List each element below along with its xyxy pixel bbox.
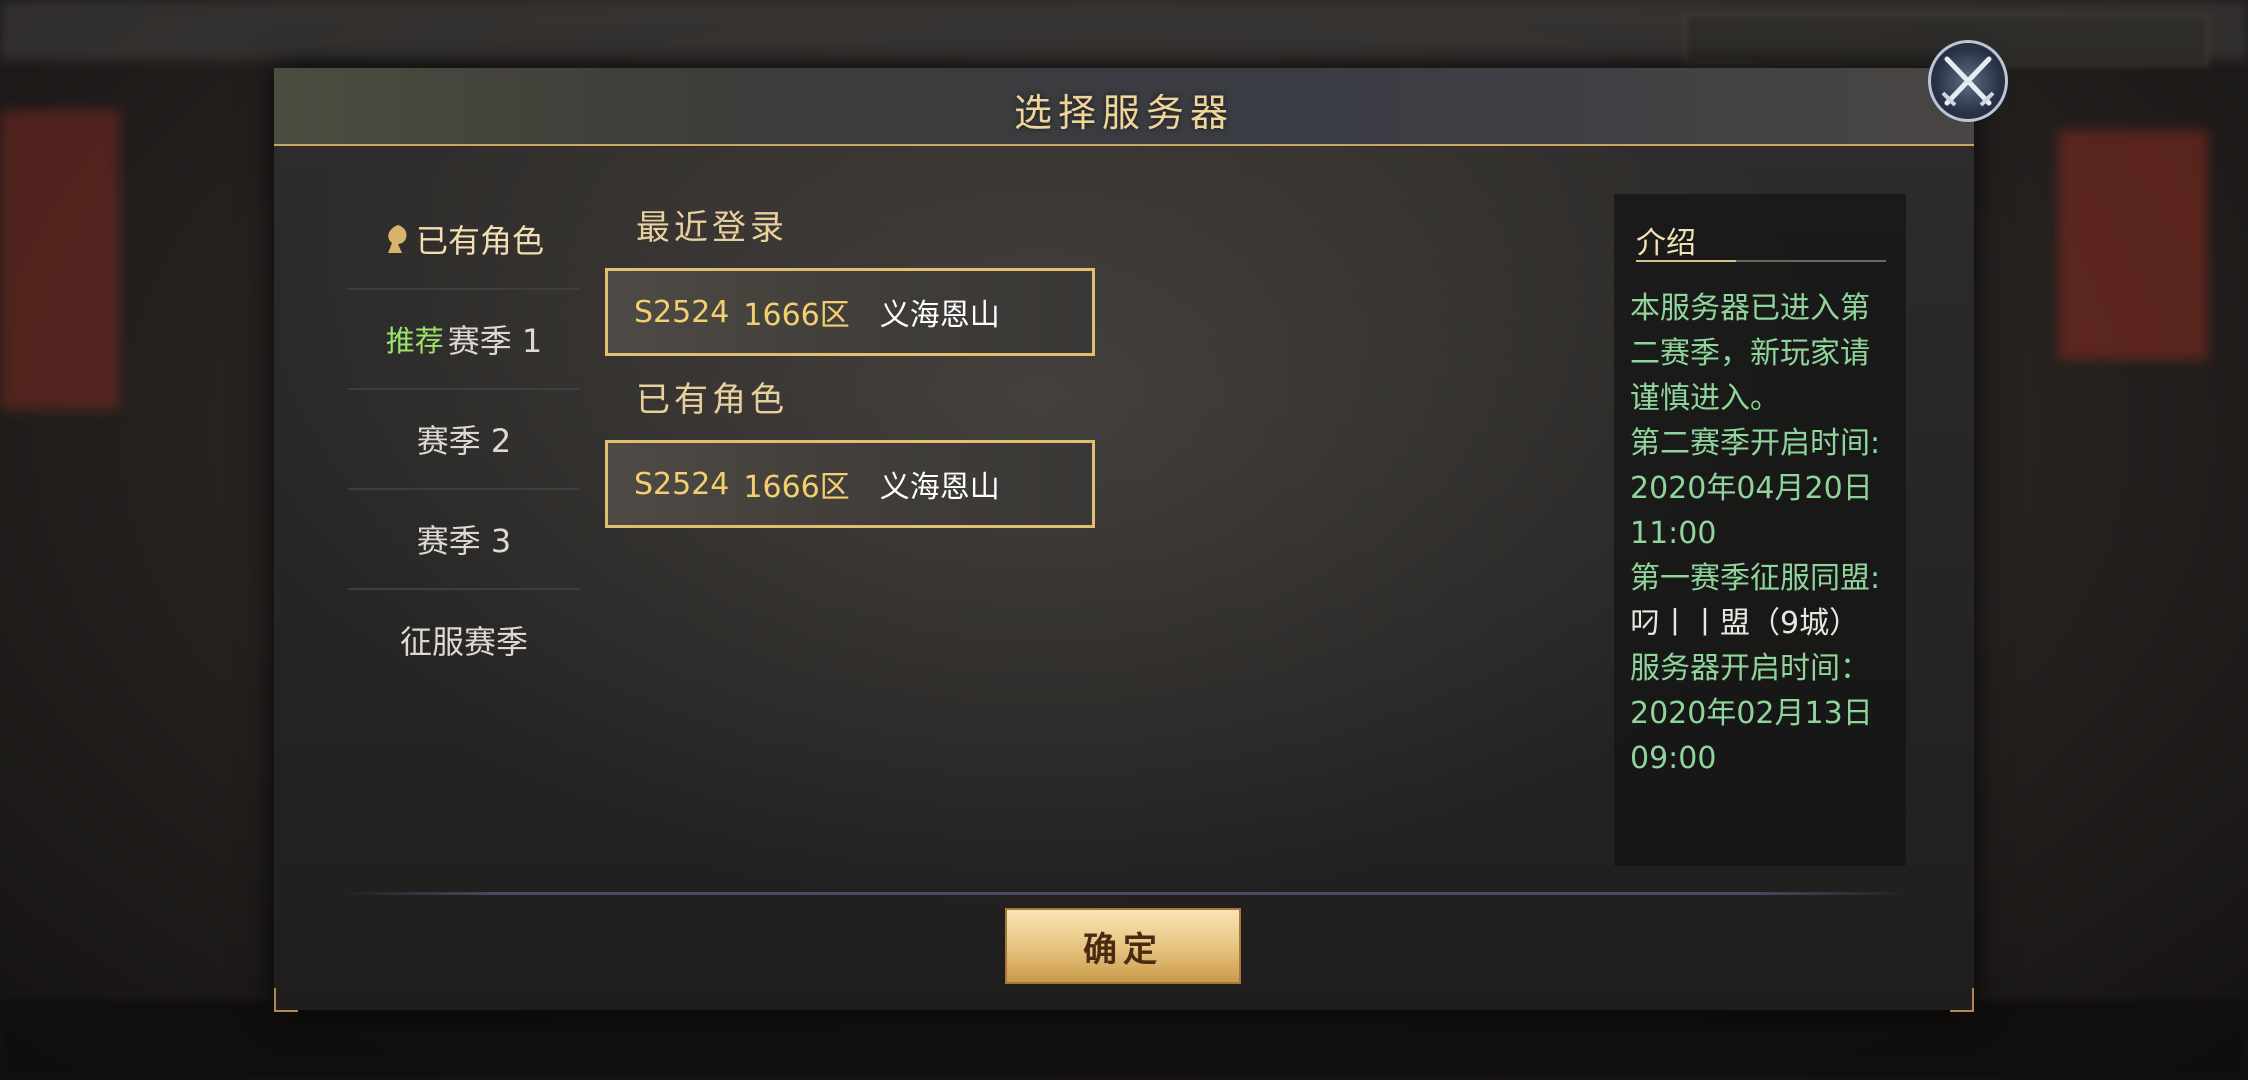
server-name: 义海恩山 <box>879 298 1000 333</box>
dialog-title: 选择服务器 <box>1013 91 1234 135</box>
confirm-button[interactable]: 确定 <box>1005 908 1241 984</box>
nav-item-label: 已有角色 <box>415 222 544 260</box>
server-name: 义海恩山 <box>879 470 1000 505</box>
nav-item-existing-roles[interactable]: 已有角色 <box>348 190 580 290</box>
server-zone: 1666区 <box>743 470 850 505</box>
info-line: 谨慎进入。 <box>1630 381 1780 416</box>
nav-item-label: 赛季 3 <box>416 522 512 560</box>
info-title: 介绍 <box>1636 226 1696 261</box>
season-nav: 已有角色 推荐 赛季 1 赛季 2 赛季 3 征服赛季 <box>348 190 580 690</box>
nav-item-season-2[interactable]: 赛季 2 <box>348 390 580 490</box>
background-bottom-strip <box>0 1000 2248 1080</box>
info-line: 11:00 <box>1630 516 1717 551</box>
existing-roles-heading: 已有角色 <box>636 380 788 420</box>
nav-item-label: 赛季 2 <box>416 422 512 460</box>
corner-ornament-right <box>1950 988 1974 1012</box>
info-text: 本服务器已进入第 二赛季，新玩家请 谨慎进入。 第二赛季开启时间: 2020年0… <box>1630 286 1906 781</box>
existing-server-row[interactable]: S2524 1666区 义海恩山 <box>605 440 1095 528</box>
server-id: S2524 <box>634 466 730 502</box>
dialog-header: 选择服务器 <box>274 68 1974 146</box>
info-title-underline <box>1636 260 1886 262</box>
crossed-swords-close-icon <box>1941 56 1995 107</box>
character-icon <box>384 223 410 255</box>
info-line: 服务器开启时间： <box>1630 651 1870 686</box>
server-info-panel: 介绍 本服务器已进入第 二赛季，新玩家请 谨慎进入。 第二赛季开启时间: 202… <box>1614 194 1906 866</box>
background-banner-left <box>0 110 120 410</box>
corner-ornament-left <box>274 988 298 1012</box>
info-line: 第二赛季开启时间: <box>1630 426 1881 461</box>
info-line: 第一赛季征服同盟: <box>1630 561 1881 596</box>
nav-item-conquest-season[interactable]: 征服赛季 <box>348 590 580 690</box>
recent-server-row[interactable]: S2524 1666区 义海恩山 <box>605 268 1095 356</box>
info-line: 本服务器已进入第 <box>1630 291 1870 326</box>
info-line: 二赛季，新玩家请 <box>1630 336 1870 371</box>
nav-item-label: 征服赛季 <box>399 623 528 661</box>
recent-login-heading: 最近登录 <box>636 208 788 248</box>
nav-item-season-1[interactable]: 推荐 赛季 1 <box>348 290 580 390</box>
server-zone: 1666区 <box>743 298 850 333</box>
server-id: S2524 <box>634 294 730 330</box>
info-line: 2020年02月13日 <box>1630 696 1873 731</box>
background-banner-right <box>2058 130 2208 360</box>
close-button[interactable] <box>1928 40 2008 122</box>
footer-divider <box>340 892 1910 895</box>
info-line: 09:00 <box>1630 741 1717 776</box>
recommend-badge: 推荐 <box>385 324 444 358</box>
nav-item-label: 赛季 1 <box>447 322 543 360</box>
info-line: 叼丨丨盟（9城） <box>1630 606 1860 641</box>
nav-item-season-3[interactable]: 赛季 3 <box>348 490 580 590</box>
info-line: 2020年04月20日 <box>1630 471 1873 506</box>
